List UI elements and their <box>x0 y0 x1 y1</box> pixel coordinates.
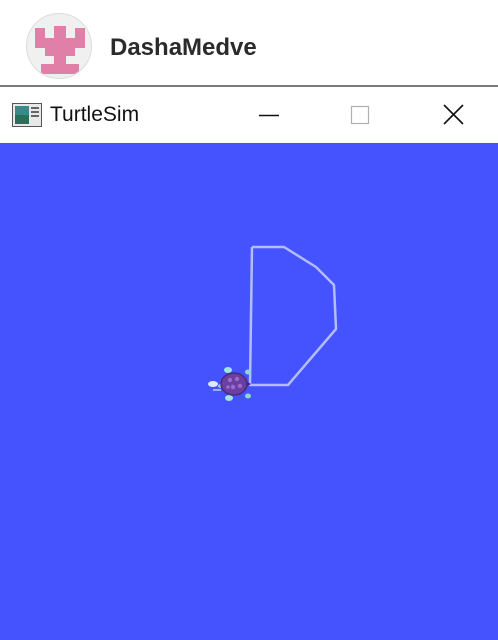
turtlesim-drawing <box>208 245 338 401</box>
profile-bar: DashaMedve <box>0 0 498 86</box>
avatar-glyph-icon <box>35 26 85 74</box>
avatar[interactable] <box>26 13 92 79</box>
pen-trail <box>248 245 338 387</box>
turtlesim-canvas[interactable] <box>0 143 498 640</box>
username: DashaMedve <box>110 34 257 61</box>
close-button[interactable] <box>430 87 476 143</box>
window-title: TurtleSim <box>50 103 140 126</box>
maximize-button[interactable] <box>337 87 383 143</box>
maximize-icon <box>350 105 370 125</box>
turtlesim-app-icon <box>12 103 42 127</box>
turtle-icon <box>208 367 251 401</box>
minimize-button[interactable] <box>246 87 292 143</box>
close-icon <box>443 104 464 125</box>
turtlesim-window: TurtleSim <box>0 87 498 640</box>
titlebar[interactable]: TurtleSim <box>0 87 498 143</box>
minimize-icon <box>259 114 279 117</box>
